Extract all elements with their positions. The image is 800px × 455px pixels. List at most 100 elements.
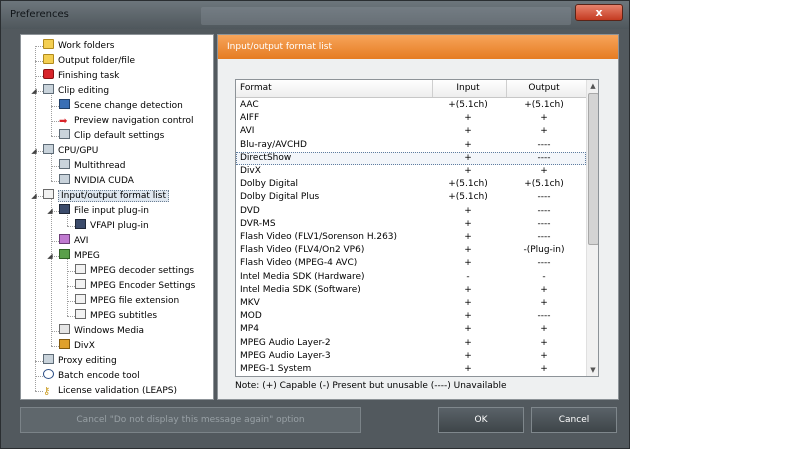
tree-item-label: MPEG file extension <box>90 296 180 306</box>
input-cell: + <box>464 324 472 335</box>
table-row[interactable]: AVI + + <box>236 125 586 138</box>
tree-item-multithread[interactable]: Multithread <box>59 159 126 173</box>
tree-item-batch-encode-tool[interactable]: Batch encode tool <box>43 369 140 383</box>
tree-item-license-validation-leaps[interactable]: ⚷ License validation (LEAPS) <box>43 384 177 398</box>
tree-item-label: Batch encode tool <box>58 371 140 381</box>
output-cell: + <box>540 350 548 361</box>
table-row[interactable]: DivX + + <box>236 165 586 178</box>
table-row[interactable]: Intel Media SDK (Software) + + <box>236 284 586 297</box>
tree-item-clip-editing[interactable]: ◢ Clip editing <box>31 84 109 98</box>
tree-item-mpeg-encoder-settings[interactable]: MPEG Encoder Settings <box>75 279 195 293</box>
tree-item-windows-media[interactable]: Windows Media <box>59 324 144 338</box>
tree-item-cpu-gpu[interactable]: ◢ CPU/GPU <box>31 144 98 158</box>
table-row[interactable]: MP4 + + <box>236 323 586 336</box>
tree-item-preview-navigation-control[interactable]: ➡ Preview navigation control <box>59 114 193 128</box>
scroll-down-icon[interactable]: ▼ <box>587 364 598 376</box>
format-cell: Intel Media SDK (Hardware) <box>240 271 365 282</box>
tree-item-mpeg-subtitles[interactable]: MPEG subtitles <box>75 309 157 323</box>
column-format[interactable]: Format <box>240 80 272 97</box>
arrow-icon: ➡ <box>59 116 68 127</box>
tree-item-finishing-task[interactable]: Finishing task <box>43 69 119 83</box>
collapse-arrow-icon[interactable]: ◢ <box>30 192 38 200</box>
input-cell: + <box>464 350 472 361</box>
tree-item-vfapi-plug-in[interactable]: VFAPI plug-in <box>75 219 149 233</box>
table-row[interactable]: DVR-MS + ---- <box>236 218 586 231</box>
table-row[interactable]: Flash Video (FLV4/On2 VP6) + -(Plug-in) <box>236 244 586 257</box>
vertical-scrollbar[interactable]: ▲ ▼ <box>586 80 598 376</box>
table-row[interactable]: Dolby Digital +(5.1ch) +(5.1ch) <box>236 178 586 191</box>
table-row[interactable]: Flash Video (MPEG-4 AVC) + ---- <box>236 257 586 270</box>
format-cell: AAC <box>240 100 259 110</box>
table-row[interactable]: MPEG Audio Layer-2 + + <box>236 337 586 350</box>
tree-item-work-folders[interactable]: Work folders <box>43 39 114 53</box>
title-bar[interactable]: Preferences x <box>1 1 629 29</box>
ok-button[interactable]: OK <box>438 407 524 433</box>
output-cell: +(5.1ch) <box>524 100 564 110</box>
tree-item-label: Multithread <box>74 161 126 171</box>
tree-item-input-output-format-list[interactable]: ◢ Input/output format list <box>31 189 169 203</box>
cancel-dont-display-button[interactable]: Cancel "Do not display this message agai… <box>20 407 361 433</box>
table-row[interactable]: Flash Video (FLV1/Sorenson H.263) + ---- <box>236 231 586 244</box>
output-cell: ---- <box>537 232 551 242</box>
tree-item-label: NVIDIA CUDA <box>74 176 134 186</box>
tree-item-mpeg-file-extension[interactable]: MPEG file extension <box>75 294 179 308</box>
table-row[interactable]: MOD + ---- <box>236 310 586 323</box>
tree-item-mpeg-decoder-settings[interactable]: MPEG decoder settings <box>75 264 194 278</box>
scrollbar-thumb[interactable] <box>588 93 598 245</box>
format-list-header: Format Input Output <box>236 80 586 98</box>
format-cell: MPEG Audio Layer-2 <box>240 337 331 348</box>
table-row[interactable]: Blu-ray/AVCHD + ---- <box>236 139 586 152</box>
tree-line <box>51 121 59 122</box>
input-cell: + <box>464 232 472 242</box>
tree-item-nvidia-cuda[interactable]: NVIDIA CUDA <box>59 174 134 188</box>
table-row[interactable]: MPEG Audio Layer-3 + + <box>236 350 586 363</box>
table-row[interactable]: MKV + + <box>236 297 586 310</box>
tree-item-scene-change-detection[interactable]: Scene change detection <box>59 99 183 113</box>
column-input[interactable]: Input <box>433 80 503 97</box>
table-row[interactable]: DirectShow + ---- <box>236 151 586 165</box>
output-cell: + <box>540 324 548 335</box>
tree-item-clip-default-settings[interactable]: Clip default settings <box>59 129 164 143</box>
format-cell: MPEG Audio Layer-3 <box>240 350 331 361</box>
scroll-up-icon[interactable]: ▲ <box>587 80 598 92</box>
tree-item-output-folder-file[interactable]: Output folder/file <box>43 54 135 68</box>
tree-line <box>35 376 43 377</box>
close-button[interactable]: x <box>575 4 623 21</box>
tree-item-proxy-editing[interactable]: Proxy editing <box>43 354 117 368</box>
tree-item-mpeg[interactable]: ◢ MPEG <box>47 249 100 263</box>
format-cell: AIFF <box>240 113 260 124</box>
input-cell: + <box>464 218 472 229</box>
collapse-arrow-icon[interactable]: ◢ <box>46 207 54 215</box>
tree-line <box>67 286 75 287</box>
format-cell: DivX <box>240 166 261 176</box>
tree-item-file-input-plug-in[interactable]: ◢ File input plug-in <box>47 204 149 218</box>
tree-item-label: Proxy editing <box>58 356 117 366</box>
format-cell: AVI <box>240 126 255 137</box>
column-output[interactable]: Output <box>507 80 581 97</box>
output-cell: ---- <box>537 311 551 322</box>
collapse-arrow-icon[interactable]: ◢ <box>30 87 38 95</box>
output-cell: ---- <box>537 218 551 229</box>
table-row[interactable]: Intel Media SDK (Hardware) - - <box>236 271 586 284</box>
desktop-background <box>630 0 800 455</box>
tree-item-avi[interactable]: AVI <box>59 234 88 248</box>
table-row[interactable]: AAC +(5.1ch) +(5.1ch) <box>236 99 586 112</box>
window-title: Preferences <box>10 9 69 20</box>
legend-note: Note: (+) Capable (-) Present but unusab… <box>235 381 507 391</box>
collapse-arrow-icon[interactable]: ◢ <box>46 252 54 260</box>
table-row[interactable]: DVD + ---- <box>236 205 586 218</box>
tree-item-divx[interactable]: DivX <box>59 339 95 353</box>
tree-item-label: MPEG Encoder Settings <box>90 281 196 291</box>
table-row[interactable]: Dolby Digital Plus +(5.1ch) ---- <box>236 191 586 204</box>
format-list[interactable]: Format Input Output AAC +(5.1ch) +(5.1ch) A… <box>235 79 599 377</box>
input-cell: - <box>466 271 470 282</box>
panel-header: Input/output format list <box>218 35 618 59</box>
grid-icon <box>43 84 54 94</box>
tree-item-label: MPEG decoder settings <box>90 266 195 276</box>
cancel-button[interactable]: Cancel <box>531 407 617 433</box>
collapse-arrow-icon[interactable]: ◢ <box>30 147 38 155</box>
table-row[interactable]: AIFF + + <box>236 112 586 125</box>
output-cell: ---- <box>537 152 551 163</box>
table-row[interactable]: MPEG-1 System + + <box>236 363 586 376</box>
output-cell: +(5.1ch) <box>524 179 564 190</box>
